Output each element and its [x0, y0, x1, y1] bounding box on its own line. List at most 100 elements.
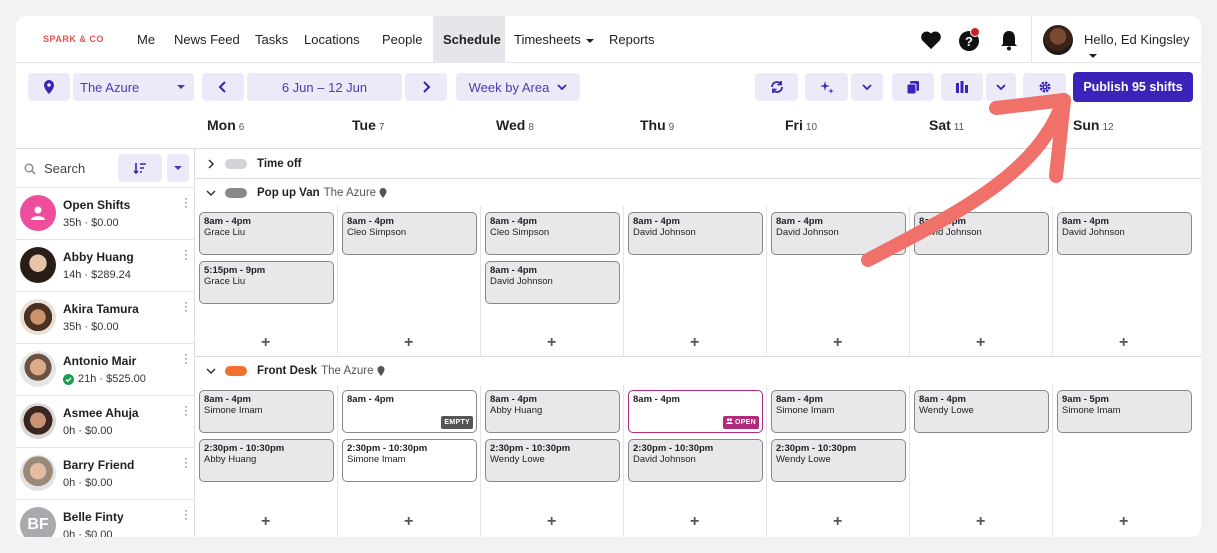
shift-employee: David Johnson — [919, 227, 982, 238]
shift-card[interactable]: 9am - 5pm Simone Imam — [1057, 390, 1192, 433]
shift-employee: Wendy Lowe — [919, 405, 974, 416]
more-icon[interactable]: · · · — [184, 452, 188, 472]
nav-timesheets[interactable]: Timesheets — [504, 16, 604, 63]
heart-icon[interactable] — [918, 27, 944, 53]
user-avatar[interactable] — [1043, 25, 1073, 55]
add-shift-button[interactable]: + — [547, 334, 556, 352]
nav-locations[interactable]: Locations — [294, 16, 370, 63]
shift-card[interactable]: 5:15pm - 9pm Grace Liu — [199, 261, 334, 304]
shift-card[interactable]: 2:30pm - 10:30pm Abby Huang — [199, 439, 334, 482]
staff-row[interactable]: Akira Tamura 35h · $0.00 · · · — [16, 291, 194, 343]
stats-menu[interactable] — [986, 73, 1016, 101]
auto-schedule-menu[interactable] — [851, 73, 883, 101]
shift-card[interactable]: 8am - 4pm David Johnson — [1057, 212, 1192, 255]
add-shift-button[interactable]: + — [261, 513, 270, 531]
group-pop-up-van[interactable]: Pop up Van The Azure — [195, 180, 1201, 206]
staff-row[interactable]: BF Belle Finty 0h · $0.00 · · · — [16, 499, 194, 537]
shift-employee: Simone Imam — [204, 405, 263, 416]
shift-time: 8am - 4pm — [919, 394, 966, 405]
add-shift-button[interactable]: + — [404, 513, 413, 531]
group-front-desk[interactable]: Front Desk The Azure — [195, 358, 1201, 384]
nav-people[interactable]: People — [372, 16, 432, 63]
more-icon[interactable]: · · · — [184, 192, 188, 212]
add-shift-button[interactable]: + — [976, 334, 985, 352]
shift-card[interactable]: 8am - 4pm David Johnson — [771, 212, 906, 255]
staff-row[interactable]: Barry Friend 0h · $0.00 · · · — [16, 447, 194, 499]
add-shift-button[interactable]: + — [404, 334, 413, 352]
prev-week-button[interactable] — [202, 73, 244, 101]
nav-tasks[interactable]: Tasks — [245, 16, 298, 63]
next-week-button[interactable] — [405, 73, 447, 101]
search-input[interactable]: Search — [44, 161, 85, 176]
shift-card[interactable]: 8am - 4pm David Johnson — [914, 212, 1049, 255]
sort-button[interactable] — [118, 154, 162, 182]
shift-card[interactable]: 2:30pm - 10:30pm Wendy Lowe — [485, 439, 620, 482]
shift-card[interactable]: 2:30pm - 10:30pm Wendy Lowe — [771, 439, 906, 482]
location-select[interactable]: The Azure — [73, 73, 194, 101]
shift-card[interactable]: 8am - 4pm Simone Imam — [199, 390, 334, 433]
location-pin-button[interactable] — [28, 73, 70, 101]
add-shift-button[interactable]: + — [261, 334, 270, 352]
more-icon[interactable]: · · · — [184, 400, 188, 420]
view-select[interactable]: Week by Area — [456, 73, 580, 101]
day-name: Sun — [1073, 117, 1100, 133]
add-shift-button[interactable]: + — [833, 334, 842, 352]
staff-row[interactable]: Abby Huang 14h · $289.24 · · · — [16, 239, 194, 291]
app-frame: SPARK & CO Me News Feed Tasks Locations … — [16, 16, 1201, 537]
settings-button[interactable] — [1023, 73, 1066, 101]
shift-card[interactable]: 8am - 4pm Abby Huang — [485, 390, 620, 433]
help-icon[interactable]: ? — [956, 27, 982, 53]
auto-schedule-button[interactable] — [805, 73, 848, 101]
more-icon[interactable]: · · · — [184, 244, 188, 264]
shift-card[interactable]: 8am - 4pm Wendy Lowe — [914, 390, 1049, 433]
shift-card[interactable]: 2:30pm - 10:30pm David Johnson — [628, 439, 763, 482]
shift-card[interactable]: 8am - 4pm Cleo Simpson — [485, 212, 620, 255]
add-shift-button[interactable]: + — [833, 513, 842, 531]
shift-time: 2:30pm - 10:30pm — [490, 443, 571, 454]
shift-employee: David Johnson — [776, 227, 839, 238]
shift-card-empty[interactable]: 8am - 4pm EMPTY — [342, 390, 477, 433]
nav-reports[interactable]: Reports — [599, 16, 665, 63]
location-pin-icon — [377, 366, 384, 376]
day-number: 7 — [378, 122, 385, 133]
group-label: Pop up Van — [257, 187, 320, 199]
day-number: 6 — [238, 122, 245, 133]
nav-me[interactable]: Me — [127, 16, 165, 63]
date-range[interactable]: 6 Jun – 12 Jun — [247, 73, 402, 101]
add-shift-button[interactable]: + — [976, 513, 985, 531]
more-icon[interactable]: · · · — [184, 504, 188, 524]
shift-card[interactable]: 2:30pm - 10:30pm Simone Imam — [342, 439, 477, 482]
bell-icon[interactable] — [996, 27, 1022, 53]
sort-menu[interactable] — [167, 154, 189, 182]
shift-card[interactable]: 8am - 4pm Cleo Simpson — [342, 212, 477, 255]
group-time-off[interactable]: Time off — [195, 151, 1201, 177]
add-shift-button[interactable]: + — [1119, 513, 1128, 531]
more-icon[interactable]: · · · — [184, 348, 188, 368]
add-shift-button[interactable]: + — [547, 513, 556, 531]
more-icon[interactable]: · · · — [184, 296, 188, 316]
add-shift-button[interactable]: + — [1119, 334, 1128, 352]
search-box[interactable]: Search — [24, 161, 85, 176]
staff-row[interactable]: Antonio Mair 21h · $525.00 · · · — [16, 343, 194, 395]
shift-time: 8am - 4pm — [919, 216, 966, 227]
add-shift-button[interactable]: + — [690, 334, 699, 352]
refresh-button[interactable] — [755, 73, 798, 101]
shift-card[interactable]: 8am - 4pm Grace Liu — [199, 212, 334, 255]
staff-row-open-shifts[interactable]: Open Shifts 35h · $0.00 · · · — [16, 187, 194, 239]
user-menu[interactable]: Hello, Ed Kingsley — [1084, 32, 1201, 62]
shift-card[interactable]: 8am - 4pm Simone Imam — [771, 390, 906, 433]
shift-card-open[interactable]: 8am - 4pm OPEN — [628, 390, 763, 433]
shift-card[interactable]: 8am - 4pm David Johnson — [628, 212, 763, 255]
brand-logo[interactable]: SPARK & CO — [43, 34, 104, 44]
shift-time: 8am - 4pm — [633, 394, 680, 405]
shift-card[interactable]: 8am - 4pm David Johnson — [485, 261, 620, 304]
staff-row[interactable]: Asmee Ahuja 0h · $0.00 · · · — [16, 395, 194, 447]
column-divider — [766, 385, 767, 537]
shift-employee: David Johnson — [633, 454, 696, 465]
templates-button[interactable] — [892, 73, 934, 101]
nav-schedule[interactable]: Schedule — [433, 16, 505, 63]
stats-button[interactable] — [941, 73, 983, 101]
publish-button[interactable]: Publish 95 shifts — [1073, 72, 1193, 102]
nav-news-feed[interactable]: News Feed — [164, 16, 250, 63]
add-shift-button[interactable]: + — [690, 513, 699, 531]
